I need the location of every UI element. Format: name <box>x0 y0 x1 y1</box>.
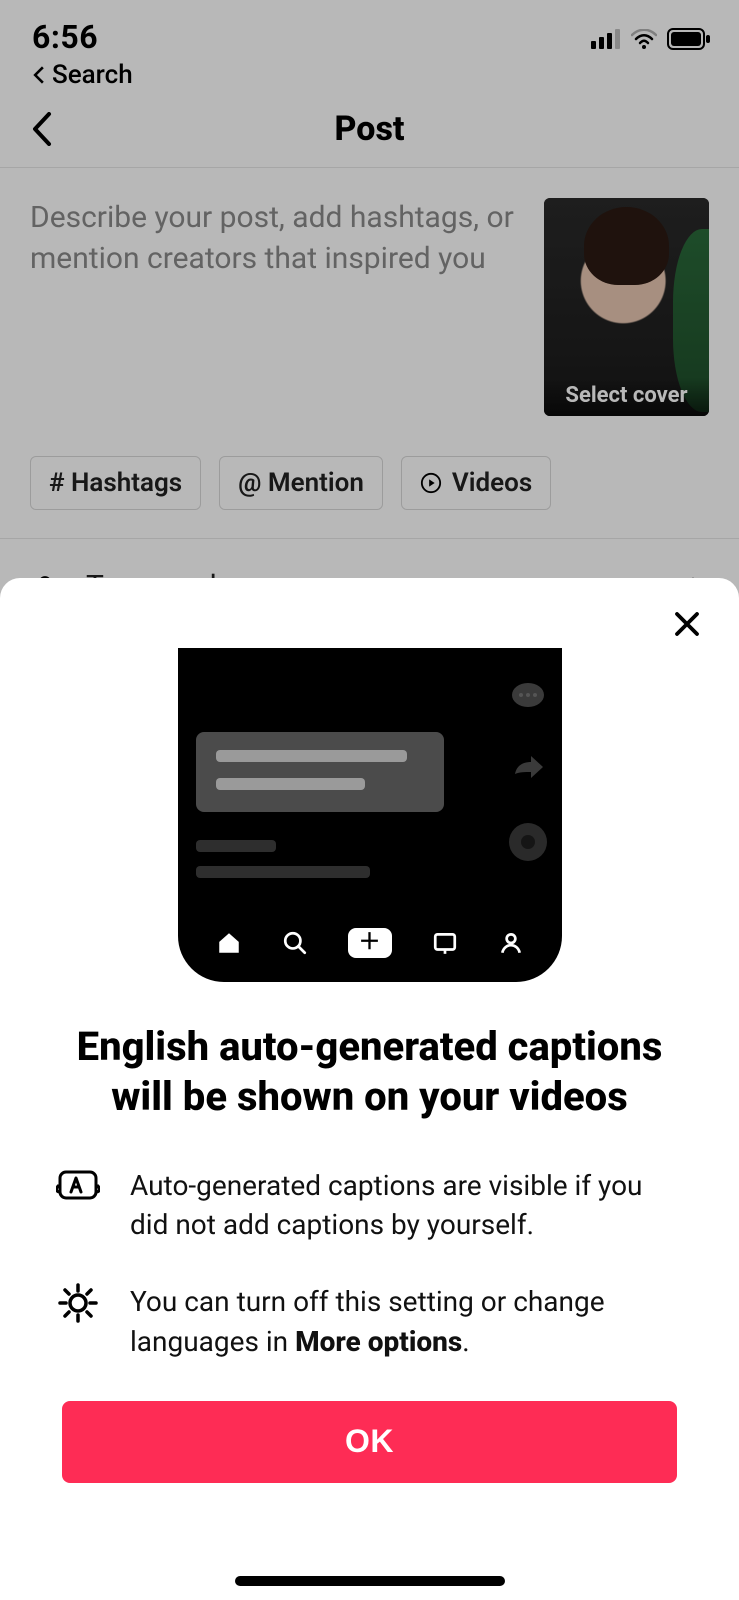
search-icon <box>282 930 308 956</box>
comment-bubble-icon <box>511 682 545 712</box>
home-icon <box>216 930 242 956</box>
gear-icon <box>56 1282 100 1326</box>
sheet-bullets: Auto-generated captions are visible if y… <box>0 1122 739 1361</box>
home-indicator[interactable] <box>235 1576 505 1586</box>
bullet-auto-captions-text: Auto-generated captions are visible if y… <box>130 1166 683 1244</box>
captions-info-sheet: ＋ English auto-generated captions will b… <box>0 578 739 1600</box>
record-disc-icon <box>508 822 548 862</box>
bullet-more-options: You can turn off this setting or change … <box>56 1282 683 1360</box>
inbox-icon <box>432 930 458 956</box>
bullet-auto-captions: Auto-generated captions are visible if y… <box>56 1166 683 1244</box>
auto-captions-icon <box>56 1166 100 1210</box>
bullet-more-options-text: You can turn off this setting or change … <box>130 1282 683 1360</box>
close-button[interactable] <box>665 602 709 646</box>
sheet-title: English auto-generated captions will be … <box>0 982 739 1122</box>
illustration: ＋ <box>0 578 739 982</box>
ok-button[interactable]: OK <box>62 1401 677 1483</box>
tabbar-graphic: ＋ <box>178 918 562 968</box>
close-icon <box>672 609 702 639</box>
profile-icon <box>498 930 524 956</box>
create-plus-icon: ＋ <box>348 928 392 958</box>
share-arrow-icon <box>511 752 545 782</box>
caption-box-graphic <box>196 732 444 812</box>
phone-mock: ＋ <box>178 648 562 982</box>
